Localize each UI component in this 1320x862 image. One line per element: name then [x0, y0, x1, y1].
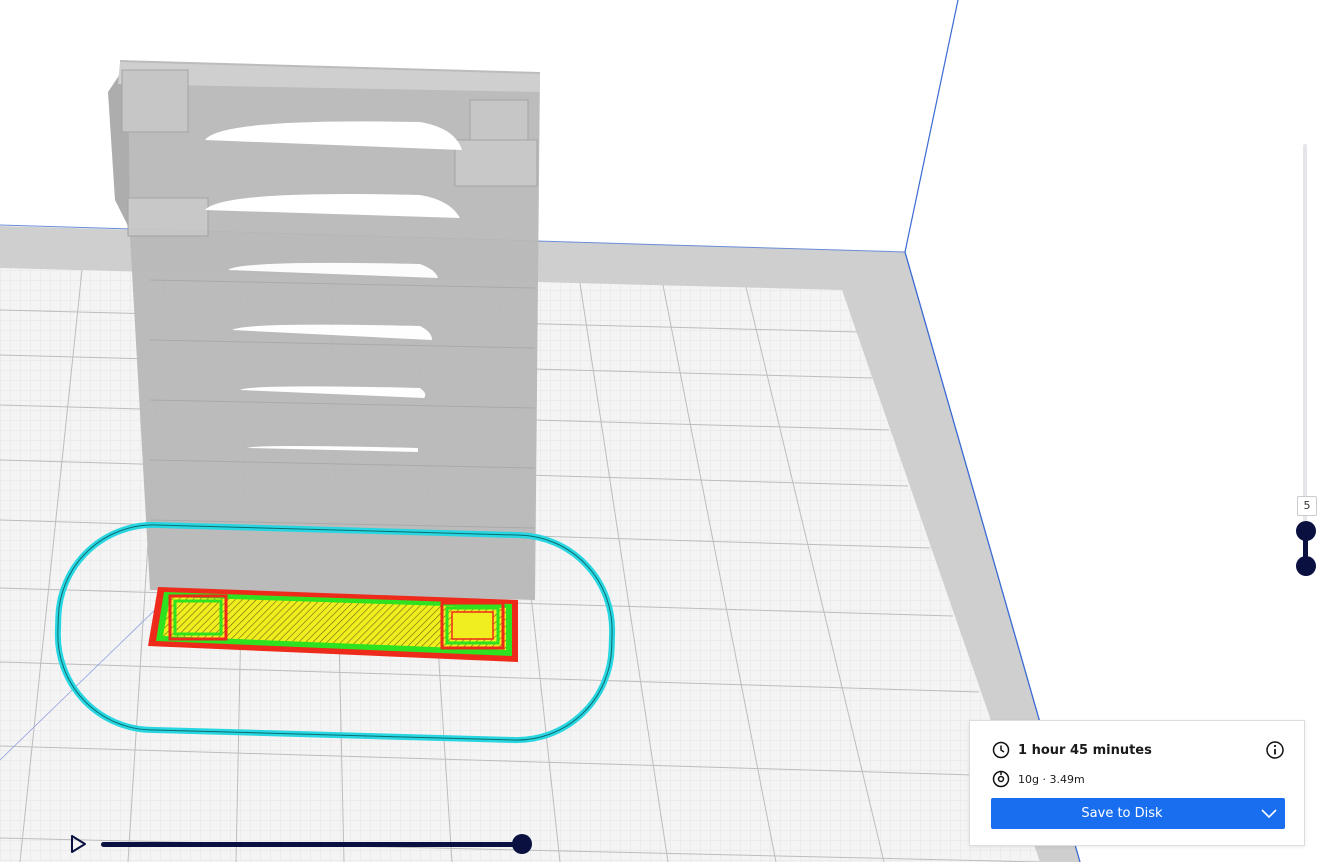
print-time-estimate: 1 hour 45 minutes	[1018, 742, 1152, 758]
info-icon	[1266, 741, 1284, 759]
print-time-row: 1 hour 45 minutes	[992, 741, 1152, 759]
chevron-down-icon	[1261, 808, 1277, 818]
play-icon	[71, 835, 86, 853]
simulation-progress-track[interactable]	[101, 842, 525, 847]
simulation-progress-handle[interactable]	[512, 834, 532, 854]
layer-number-input[interactable]: 5	[1297, 496, 1317, 516]
layer-slider-upper-handle[interactable]	[1296, 521, 1316, 541]
print-info-panel: 1 hour 45 minutes 10g · 3.49m Save to Di…	[969, 720, 1305, 846]
save-to-disk-label: Save to Disk	[1081, 806, 1163, 821]
play-button[interactable]	[66, 832, 90, 856]
ghost-model	[108, 60, 540, 600]
viewport-3d[interactable]: 5 1 hour 45 minutes 10g · 3.49m Save to …	[0, 0, 1320, 862]
save-to-disk-button[interactable]: Save to Disk	[991, 798, 1285, 829]
spool-icon	[992, 770, 1010, 788]
clock-icon	[992, 741, 1010, 759]
material-estimate: 10g · 3.49m	[1018, 772, 1085, 786]
save-options-dropdown[interactable]	[1253, 798, 1285, 829]
layer-slider-lower-handle[interactable]	[1296, 556, 1316, 576]
material-row: 10g · 3.49m	[992, 770, 1085, 788]
print-details-button[interactable]	[1265, 740, 1285, 760]
